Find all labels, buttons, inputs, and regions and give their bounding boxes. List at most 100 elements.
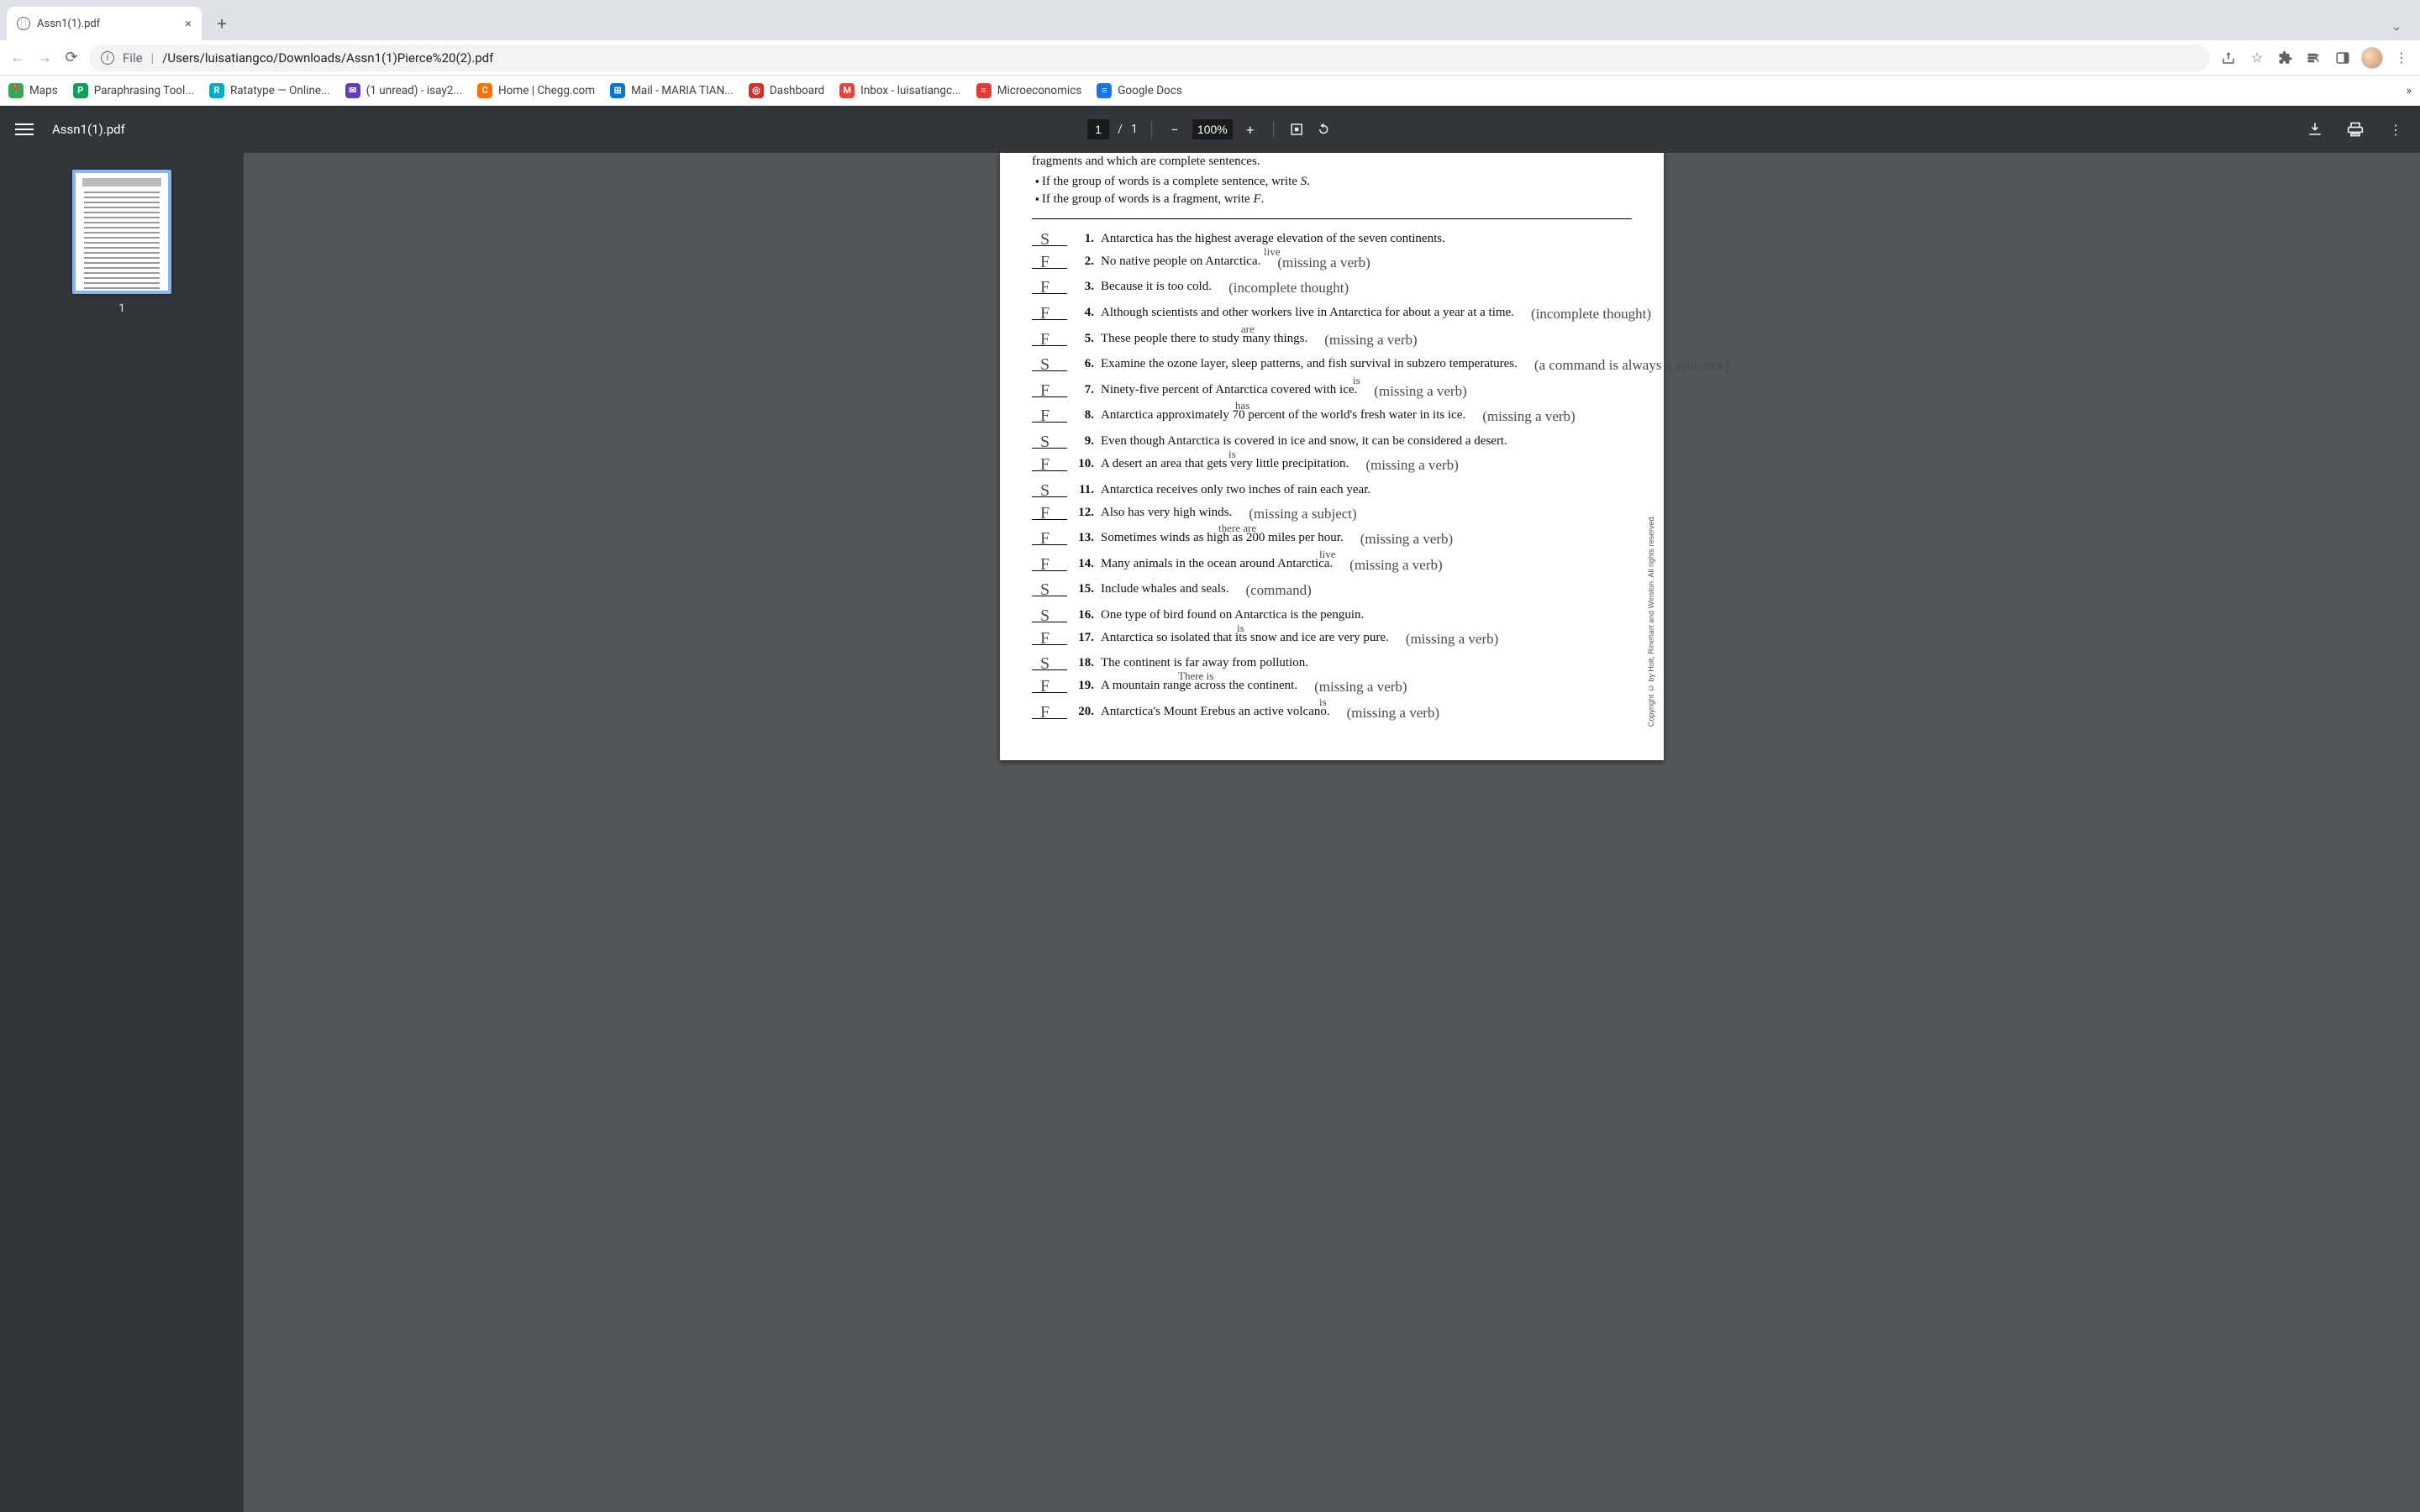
bookmark-icon: ✉ bbox=[345, 83, 360, 98]
item-number: 10. bbox=[1074, 453, 1094, 475]
handwritten-note: (missing a verb) bbox=[1360, 527, 1453, 553]
item-text: Antarctica receives only two inches of r… bbox=[1101, 479, 1370, 501]
worksheet-item: F19.There isA mountain range across the … bbox=[1032, 675, 1632, 701]
tab-strip: Assn1(1).pdf × + bbox=[0, 0, 2420, 40]
bookmark-item[interactable]: P Paraphrasing Tool... bbox=[73, 83, 194, 98]
bookmark-label: Microeconomics bbox=[997, 84, 1082, 97]
item-text: Include whales and seals. bbox=[1101, 578, 1228, 601]
item-number: 16. bbox=[1074, 604, 1094, 627]
back-button[interactable]: ← bbox=[8, 49, 27, 67]
thumbnail-panel: 1 bbox=[0, 153, 244, 1512]
worksheet-item: F12.Also has very high winds.(missing a … bbox=[1032, 501, 1632, 528]
handwritten-note: (missing a verb) bbox=[1374, 379, 1466, 405]
extensions-icon[interactable] bbox=[2275, 48, 2296, 68]
handwritten-note: (incomplete thought) bbox=[1228, 276, 1349, 302]
side-panel-icon[interactable] bbox=[2333, 48, 2353, 68]
bookmark-icon: ⊞ bbox=[610, 83, 625, 98]
item-number: 17. bbox=[1074, 627, 1094, 649]
handwritten-note: (missing a verb) bbox=[1406, 627, 1498, 653]
close-icon[interactable]: × bbox=[185, 16, 192, 31]
bookmark-label: Maps bbox=[29, 84, 58, 97]
handwritten-insert: live bbox=[1264, 242, 1281, 261]
download-icon[interactable] bbox=[2306, 120, 2324, 139]
bookmark-star-icon[interactable]: ☆ bbox=[2247, 48, 2267, 68]
chrome-menu-icon[interactable]: ⋮ bbox=[2391, 48, 2412, 68]
bookmark-icon: R bbox=[209, 83, 224, 98]
bookmarks-overflow[interactable]: » bbox=[2407, 84, 2412, 97]
answer-blank: S bbox=[1032, 430, 1067, 449]
item-text: isA desert an area that gets very little… bbox=[1101, 453, 1349, 475]
bookmark-item[interactable]: ≡Google Docs bbox=[1097, 83, 1182, 98]
zoom-in-button[interactable]: + bbox=[1241, 120, 1260, 139]
print-icon[interactable] bbox=[2346, 120, 2365, 139]
bookmark-label: Paraphrasing Tool... bbox=[94, 84, 194, 97]
item-text: isAntarctica so isolated that its snow a… bbox=[1101, 627, 1389, 649]
answer-blank: F bbox=[1032, 675, 1067, 693]
handwritten-note: (missing a verb) bbox=[1324, 328, 1417, 354]
profile-avatar[interactable] bbox=[2361, 47, 2383, 69]
fit-page-icon[interactable] bbox=[1287, 120, 1306, 139]
bookmark-icon: P bbox=[73, 83, 88, 98]
item-number: 19. bbox=[1074, 675, 1094, 697]
bookmark-label: Google Docs bbox=[1118, 84, 1182, 97]
bullet-1: If the group of words is a complete sent… bbox=[1035, 175, 1632, 189]
handwritten-note: (command) bbox=[1245, 578, 1311, 604]
bookmark-item[interactable]: ⊞Mail - MARIA TIAN... bbox=[610, 83, 734, 98]
pdf-page: fragments and which are complete sentenc… bbox=[1000, 153, 1664, 760]
worksheet-item: S 16. One type of bird found on Antarctica… bbox=[1032, 604, 1632, 627]
item-text: One type of bird found on Antarctica is … bbox=[1101, 604, 1364, 627]
forward-button: → bbox=[35, 49, 54, 67]
url-path: /Users/luisatiangco/Downloads/Assn1(1)Pi… bbox=[162, 50, 493, 66]
address-bar[interactable]: i File | /Users/luisatiangco/Downloads/A… bbox=[89, 45, 2210, 71]
menu-icon[interactable] bbox=[15, 123, 34, 135]
bookmark-item[interactable]: 📍 Maps bbox=[8, 83, 58, 98]
bookmark-item[interactable]: MInbox - luisatiangc... bbox=[839, 83, 961, 98]
tab-overflow-button[interactable] bbox=[2385, 17, 2408, 40]
url-scheme: File bbox=[123, 50, 143, 66]
zoom-out-button[interactable]: − bbox=[1165, 120, 1184, 139]
more-icon[interactable]: ⋮ bbox=[2386, 120, 2405, 139]
worksheet-item: S6.Examine the ozone layer, sleep patter… bbox=[1032, 353, 1632, 379]
bookmark-item[interactable]: ✉ (1 unread) - isay2... bbox=[345, 83, 462, 98]
answer-blank: F bbox=[1032, 701, 1067, 719]
rotate-icon[interactable] bbox=[1314, 120, 1333, 139]
page-number-input[interactable] bbox=[1087, 119, 1109, 139]
site-info-icon[interactable]: i bbox=[101, 51, 114, 65]
handwritten-note: (incomplete thought) bbox=[1531, 302, 1651, 328]
page-stage[interactable]: fragments and which are complete sentenc… bbox=[244, 153, 2420, 1512]
page-total: 1 bbox=[1131, 123, 1138, 136]
bookmark-item[interactable]: ≡ Microeconomics bbox=[976, 83, 1082, 98]
bookmark-item[interactable]: C Home | Chegg.com bbox=[477, 83, 595, 98]
answer-blank: S bbox=[1032, 604, 1067, 622]
reload-button[interactable]: ⟳ bbox=[62, 49, 81, 67]
bookmark-label: (1 unread) - isay2... bbox=[366, 84, 462, 97]
bookmark-item[interactable]: ◎Dashboard bbox=[749, 83, 824, 98]
item-text: Examine the ozone layer, sleep patterns,… bbox=[1101, 353, 1518, 375]
handwritten-insert: are bbox=[1241, 319, 1255, 339]
handwritten-insert: is bbox=[1319, 692, 1327, 711]
reading-list-icon[interactable] bbox=[2304, 48, 2324, 68]
page-thumbnail[interactable] bbox=[72, 170, 171, 294]
bookmark-icon: C bbox=[477, 83, 492, 98]
answer-blank: S bbox=[1032, 228, 1067, 246]
handwritten-note: (missing a verb) bbox=[1482, 404, 1575, 430]
bookmark-label: Home | Chegg.com bbox=[498, 84, 595, 97]
worksheet-item: S9.Even though Antarctica is covered in … bbox=[1032, 430, 1632, 453]
bookmark-icon: 📍 bbox=[8, 83, 24, 98]
item-number: 18. bbox=[1074, 652, 1094, 675]
handwritten-note: (missing a verb) bbox=[1365, 453, 1458, 479]
share-icon[interactable] bbox=[2218, 48, 2238, 68]
browser-tab[interactable]: Assn1(1).pdf × bbox=[7, 7, 202, 40]
answer-blank: F bbox=[1032, 501, 1067, 520]
bookmark-icon: ≡ bbox=[976, 83, 992, 98]
handwritten-insert: is bbox=[1228, 444, 1236, 464]
new-tab-button[interactable]: + bbox=[208, 10, 235, 37]
thumbnail-number: 1 bbox=[118, 302, 124, 315]
zoom-level-input[interactable] bbox=[1192, 119, 1233, 139]
worksheet-item: S15.Include whales and seals.(command) bbox=[1032, 578, 1632, 604]
bookmark-item[interactable]: RRatatype — Online... bbox=[209, 83, 330, 98]
handwritten-insert: has bbox=[1235, 396, 1249, 415]
bookmarks-bar: 📍 Maps P Paraphrasing Tool... RRatatype — On… bbox=[0, 76, 2420, 106]
item-number: 3. bbox=[1074, 276, 1094, 298]
item-text: Even though Antarctica is covered in ice… bbox=[1101, 430, 1507, 453]
